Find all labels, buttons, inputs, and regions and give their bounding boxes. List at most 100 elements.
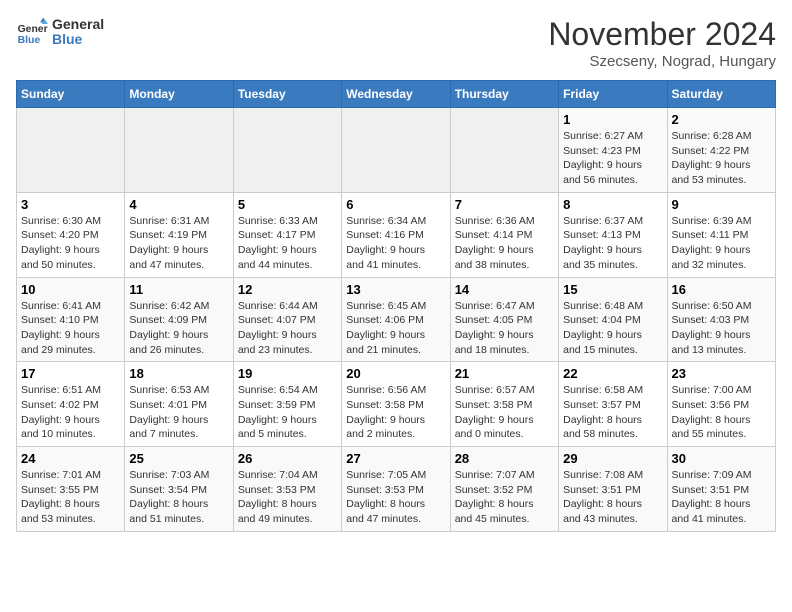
- day-number: 5: [238, 197, 337, 212]
- day-number: 8: [563, 197, 662, 212]
- day-number: 21: [455, 366, 554, 381]
- day-info: Sunrise: 7:00 AM Sunset: 3:56 PM Dayligh…: [672, 383, 771, 442]
- day-info: Sunrise: 7:07 AM Sunset: 3:52 PM Dayligh…: [455, 468, 554, 527]
- weekday-header-friday: Friday: [559, 81, 667, 108]
- day-number: 4: [129, 197, 228, 212]
- weekday-header-thursday: Thursday: [450, 81, 558, 108]
- day-info: Sunrise: 6:34 AM Sunset: 4:16 PM Dayligh…: [346, 214, 445, 273]
- day-cell: 7 Sunrise: 6:36 AM Sunset: 4:14 PM Daylig…: [450, 192, 558, 277]
- calendar-subtitle: Szecseny, Nograd, Hungary: [548, 53, 776, 70]
- day-info: Sunrise: 7:09 AM Sunset: 3:51 PM Dayligh…: [672, 468, 771, 527]
- day-cell: 16Sunrise: 6:50 AM Sunset: 4:03 PM Dayli…: [667, 277, 775, 362]
- day-info: Sunrise: 6:53 AM Sunset: 4:01 PM Dayligh…: [129, 383, 228, 442]
- day-cell: 8 Sunrise: 6:37 AM Sunset: 4:13 PM Daylig…: [559, 192, 667, 277]
- logo-icon: General Blue: [16, 16, 48, 48]
- day-number: 19: [238, 366, 337, 381]
- day-info: Sunrise: 6:30 AM Sunset: 4:20 PM Dayligh…: [21, 214, 120, 273]
- day-number: 13: [346, 282, 445, 297]
- day-number: 12: [238, 282, 337, 297]
- day-cell: [450, 108, 558, 193]
- day-number: 25: [129, 451, 228, 466]
- day-cell: 1 Sunrise: 6:27 AM Sunset: 4:23 PM Daylig…: [559, 108, 667, 193]
- logo-text-blue: Blue: [52, 32, 104, 47]
- title-area: November 2024 Szecseny, Nograd, Hungary: [548, 16, 776, 70]
- day-number: 24: [21, 451, 120, 466]
- day-number: 17: [21, 366, 120, 381]
- day-number: 18: [129, 366, 228, 381]
- day-number: 2: [672, 112, 771, 127]
- logo: General Blue General Blue: [16, 16, 104, 48]
- day-number: 6: [346, 197, 445, 212]
- day-cell: 2 Sunrise: 6:28 AM Sunset: 4:22 PM Daylig…: [667, 108, 775, 193]
- weekday-header-row: SundayMondayTuesdayWednesdayThursdayFrid…: [17, 81, 776, 108]
- day-cell: 9Sunrise: 6:39 AM Sunset: 4:11 PM Daylig…: [667, 192, 775, 277]
- day-info: Sunrise: 7:04 AM Sunset: 3:53 PM Dayligh…: [238, 468, 337, 527]
- day-cell: 21Sunrise: 6:57 AM Sunset: 3:58 PM Dayli…: [450, 362, 558, 447]
- weekday-header-wednesday: Wednesday: [342, 81, 450, 108]
- day-cell: 30Sunrise: 7:09 AM Sunset: 3:51 PM Dayli…: [667, 447, 775, 532]
- svg-text:Blue: Blue: [18, 35, 41, 46]
- day-cell: 26 Sunrise: 7:04 AM Sunset: 3:53 PM Dayli…: [233, 447, 341, 532]
- day-info: Sunrise: 6:48 AM Sunset: 4:04 PM Dayligh…: [563, 299, 662, 358]
- day-cell: 20 Sunrise: 6:56 AM Sunset: 3:58 PM Dayli…: [342, 362, 450, 447]
- day-info: Sunrise: 6:47 AM Sunset: 4:05 PM Dayligh…: [455, 299, 554, 358]
- day-number: 22: [563, 366, 662, 381]
- day-info: Sunrise: 6:42 AM Sunset: 4:09 PM Dayligh…: [129, 299, 228, 358]
- day-info: Sunrise: 6:27 AM Sunset: 4:23 PM Dayligh…: [563, 129, 662, 188]
- day-info: Sunrise: 6:33 AM Sunset: 4:17 PM Dayligh…: [238, 214, 337, 273]
- day-number: 28: [455, 451, 554, 466]
- day-info: Sunrise: 6:54 AM Sunset: 3:59 PM Dayligh…: [238, 383, 337, 442]
- day-number: 3: [21, 197, 120, 212]
- day-cell: 5 Sunrise: 6:33 AM Sunset: 4:17 PM Daylig…: [233, 192, 341, 277]
- day-cell: 27 Sunrise: 7:05 AM Sunset: 3:53 PM Dayli…: [342, 447, 450, 532]
- day-number: 26: [238, 451, 337, 466]
- day-number: 14: [455, 282, 554, 297]
- day-cell: 3 Sunrise: 6:30 AM Sunset: 4:20 PM Daylig…: [17, 192, 125, 277]
- day-number: 29: [563, 451, 662, 466]
- calendar-table: SundayMondayTuesdayWednesdayThursdayFrid…: [16, 80, 776, 532]
- day-cell: 11 Sunrise: 6:42 AM Sunset: 4:09 PM Dayli…: [125, 277, 233, 362]
- day-info: Sunrise: 6:45 AM Sunset: 4:06 PM Dayligh…: [346, 299, 445, 358]
- day-number: 20: [346, 366, 445, 381]
- day-number: 7: [455, 197, 554, 212]
- day-cell: 12Sunrise: 6:44 AM Sunset: 4:07 PM Dayli…: [233, 277, 341, 362]
- day-cell: 14 Sunrise: 6:47 AM Sunset: 4:05 PM Dayli…: [450, 277, 558, 362]
- day-info: Sunrise: 6:51 AM Sunset: 4:02 PM Dayligh…: [21, 383, 120, 442]
- day-number: 16: [672, 282, 771, 297]
- day-cell: 24 Sunrise: 7:01 AM Sunset: 3:55 PM Dayli…: [17, 447, 125, 532]
- day-cell: 15 Sunrise: 6:48 AM Sunset: 4:04 PM Dayli…: [559, 277, 667, 362]
- day-cell: 22 Sunrise: 6:58 AM Sunset: 3:57 PM Dayli…: [559, 362, 667, 447]
- day-number: 27: [346, 451, 445, 466]
- day-info: Sunrise: 6:31 AM Sunset: 4:19 PM Dayligh…: [129, 214, 228, 273]
- day-cell: 10Sunrise: 6:41 AM Sunset: 4:10 PM Dayli…: [17, 277, 125, 362]
- logo-text-general: General: [52, 17, 104, 32]
- day-cell: [342, 108, 450, 193]
- day-number: 15: [563, 282, 662, 297]
- calendar-title: November 2024: [548, 16, 776, 53]
- day-info: Sunrise: 7:03 AM Sunset: 3:54 PM Dayligh…: [129, 468, 228, 527]
- day-info: Sunrise: 6:37 AM Sunset: 4:13 PM Dayligh…: [563, 214, 662, 273]
- day-info: Sunrise: 6:56 AM Sunset: 3:58 PM Dayligh…: [346, 383, 445, 442]
- day-number: 9: [672, 197, 771, 212]
- header: General Blue General Blue November 2024 …: [16, 16, 776, 70]
- day-number: 11: [129, 282, 228, 297]
- day-info: Sunrise: 7:08 AM Sunset: 3:51 PM Dayligh…: [563, 468, 662, 527]
- day-cell: 28 Sunrise: 7:07 AM Sunset: 3:52 PM Dayli…: [450, 447, 558, 532]
- day-number: 1: [563, 112, 662, 127]
- day-cell: 18 Sunrise: 6:53 AM Sunset: 4:01 PM Dayli…: [125, 362, 233, 447]
- day-info: Sunrise: 6:58 AM Sunset: 3:57 PM Dayligh…: [563, 383, 662, 442]
- day-number: 23: [672, 366, 771, 381]
- week-row-4: 17 Sunrise: 6:51 AM Sunset: 4:02 PM Dayli…: [17, 362, 776, 447]
- day-info: Sunrise: 7:01 AM Sunset: 3:55 PM Dayligh…: [21, 468, 120, 527]
- week-row-1: 1 Sunrise: 6:27 AM Sunset: 4:23 PM Daylig…: [17, 108, 776, 193]
- day-cell: 23 Sunrise: 7:00 AM Sunset: 3:56 PM Dayli…: [667, 362, 775, 447]
- day-info: Sunrise: 6:28 AM Sunset: 4:22 PM Dayligh…: [672, 129, 771, 188]
- week-row-3: 10Sunrise: 6:41 AM Sunset: 4:10 PM Dayli…: [17, 277, 776, 362]
- day-number: 10: [21, 282, 120, 297]
- week-row-5: 24 Sunrise: 7:01 AM Sunset: 3:55 PM Dayli…: [17, 447, 776, 532]
- day-cell: 25 Sunrise: 7:03 AM Sunset: 3:54 PM Dayli…: [125, 447, 233, 532]
- day-info: Sunrise: 6:36 AM Sunset: 4:14 PM Dayligh…: [455, 214, 554, 273]
- day-cell: 17 Sunrise: 6:51 AM Sunset: 4:02 PM Dayli…: [17, 362, 125, 447]
- calendar-body: 1 Sunrise: 6:27 AM Sunset: 4:23 PM Daylig…: [17, 108, 776, 532]
- day-info: Sunrise: 7:05 AM Sunset: 3:53 PM Dayligh…: [346, 468, 445, 527]
